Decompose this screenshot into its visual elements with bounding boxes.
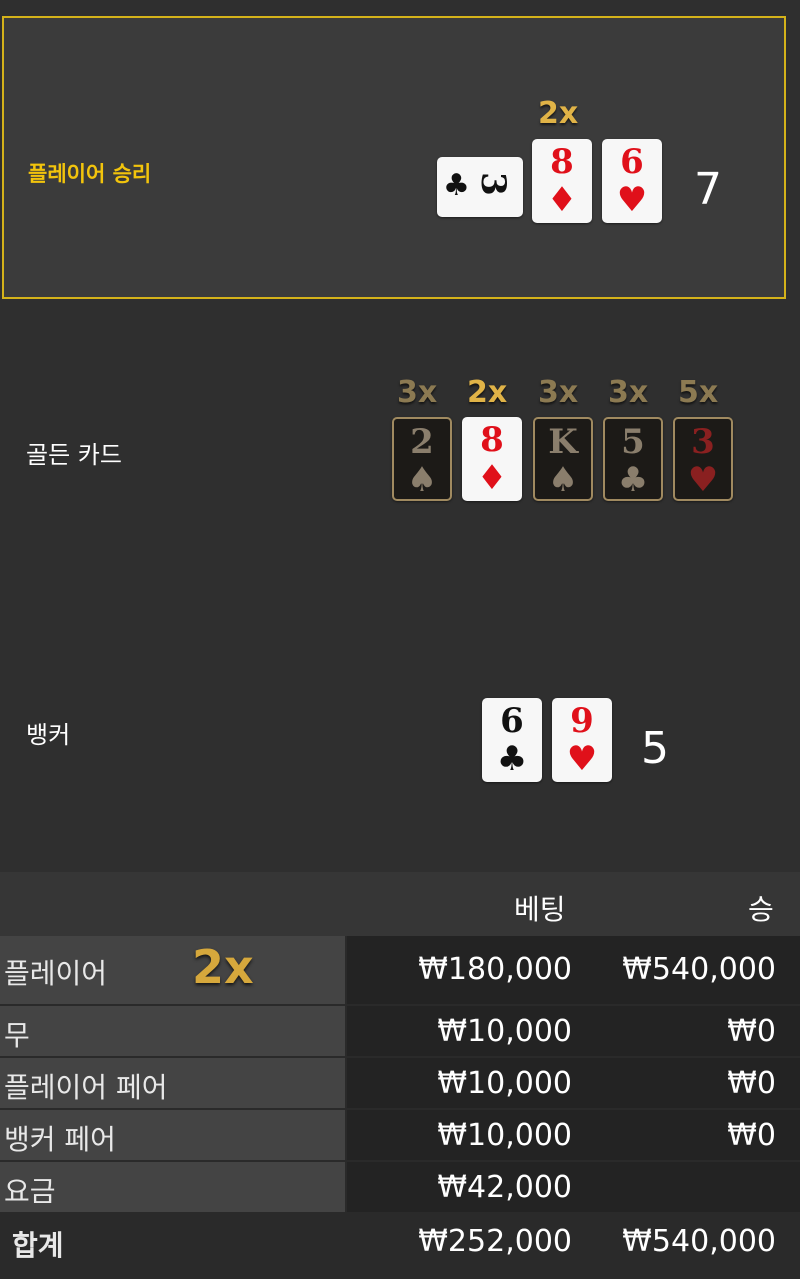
row-label: 플레이어 xyxy=(4,957,108,990)
card-rank: 6 xyxy=(620,142,644,182)
card-rank: K xyxy=(548,422,578,462)
diamond-icon: ♦ xyxy=(546,180,578,220)
bet-summary-table: 베팅 승 플레이어 2x ₩180,000 ₩540,000 무 ₩10,000… xyxy=(0,872,800,1279)
row-win: ₩0 xyxy=(727,1118,776,1153)
golden-card-2: 8 ♦ xyxy=(462,417,522,501)
row-bet: ₩10,000 xyxy=(437,1014,572,1049)
row-win: ₩540,000 xyxy=(622,1224,776,1259)
row-bet: ₩10,000 xyxy=(437,1118,572,1153)
golden-card-3: K ♠ xyxy=(533,417,593,501)
player-result-panel: 플레이어 승리 ♣ 3 2x 8 ♦ 6 ♥ 7 xyxy=(2,16,786,299)
table-row-banker-pair: 뱅커 페어 ₩10,000 ₩0 xyxy=(0,1110,800,1160)
row-label: 뱅커 페어 xyxy=(4,1123,116,1156)
table-row-tie: 무 ₩10,000 ₩0 xyxy=(0,1006,800,1056)
row-bet: ₩42,000 xyxy=(437,1170,572,1205)
card-rank: 6 xyxy=(500,701,524,741)
golden-multiplier: 3x xyxy=(608,375,649,410)
golden-multiplier-active: 2x xyxy=(467,375,508,410)
golden-multiplier: 3x xyxy=(397,375,438,410)
heart-icon: ♥ xyxy=(616,180,648,220)
banker-label: 뱅커 xyxy=(26,721,71,749)
player-score: 7 xyxy=(694,164,722,215)
golden-multiplier: 3x xyxy=(538,375,579,410)
banker-score: 5 xyxy=(641,723,669,774)
banker-card-1: 6 ♣ xyxy=(482,698,542,782)
row-win: ₩540,000 xyxy=(622,952,776,987)
spade-icon: ♠ xyxy=(406,460,438,500)
golden-card-4: 5 ♣ xyxy=(603,417,663,501)
player-card-1: ♣ 3 xyxy=(437,157,523,217)
card-rank: 8 xyxy=(550,142,574,182)
player-card-2: 8 ♦ xyxy=(532,139,592,223)
row-label: 무 xyxy=(4,1019,30,1052)
card-rank: 3 xyxy=(472,172,513,196)
club-icon: ♣ xyxy=(496,739,528,779)
card-rank: 5 xyxy=(621,422,645,462)
golden-cards-panel: 골든 카드 3x 2 ♠ 2x 8 ♦ 3x K ♠ 3x 5 ♣ 5x 3 ♥ xyxy=(0,310,800,570)
row-win: ₩0 xyxy=(727,1014,776,1049)
row-bet: ₩180,000 xyxy=(418,952,572,987)
table-row-fee: 요금 ₩42,000 xyxy=(0,1162,800,1212)
table-header: 베팅 승 xyxy=(0,872,800,936)
player-bet-multiplier: 2x xyxy=(192,940,254,994)
card-rank: 9 xyxy=(570,701,594,741)
player-card-multiplier: 2x xyxy=(538,96,579,131)
golden-card-1: 2 ♠ xyxy=(392,417,452,501)
row-win: ₩0 xyxy=(727,1066,776,1101)
heart-icon: ♥ xyxy=(687,460,719,500)
card-rank: 3 xyxy=(691,422,715,462)
golden-cards-label: 골든 카드 xyxy=(26,441,122,469)
row-bet: ₩10,000 xyxy=(437,1066,572,1101)
table-row-player: 플레이어 2x ₩180,000 ₩540,000 xyxy=(0,936,800,1004)
card-rank: 2 xyxy=(410,422,434,462)
club-icon: ♣ xyxy=(617,460,649,500)
player-win-label: 플레이어 승리 xyxy=(28,162,152,186)
row-label: 요금 xyxy=(4,1175,56,1208)
banker-result-panel: 뱅커 6 ♣ 9 ♥ 5 xyxy=(0,630,800,855)
banker-card-2: 9 ♥ xyxy=(552,698,612,782)
table-row-player-pair: 플레이어 페어 ₩10,000 ₩0 xyxy=(0,1058,800,1108)
row-label: 플레이어 페어 xyxy=(4,1071,168,1104)
club-icon: ♣ xyxy=(443,168,470,203)
game-result-screen: 플레이어 승리 ♣ 3 2x 8 ♦ 6 ♥ 7 골든 카드 3x 2 ♠ 2x… xyxy=(0,0,800,1279)
diamond-icon: ♦ xyxy=(476,458,508,498)
card-rank: 8 xyxy=(480,420,504,460)
player-card-3: 6 ♥ xyxy=(602,139,662,223)
column-header-bet: 베팅 xyxy=(514,893,566,926)
spade-icon: ♠ xyxy=(547,460,579,500)
table-row-total: 합계 ₩252,000 ₩540,000 xyxy=(0,1214,800,1274)
golden-card-5: 3 ♥ xyxy=(673,417,733,501)
golden-multiplier: 5x xyxy=(678,375,719,410)
row-bet: ₩252,000 xyxy=(418,1224,572,1259)
row-label: 합계 xyxy=(12,1229,64,1262)
heart-icon: ♥ xyxy=(566,739,598,779)
column-header-win: 승 xyxy=(748,893,774,926)
